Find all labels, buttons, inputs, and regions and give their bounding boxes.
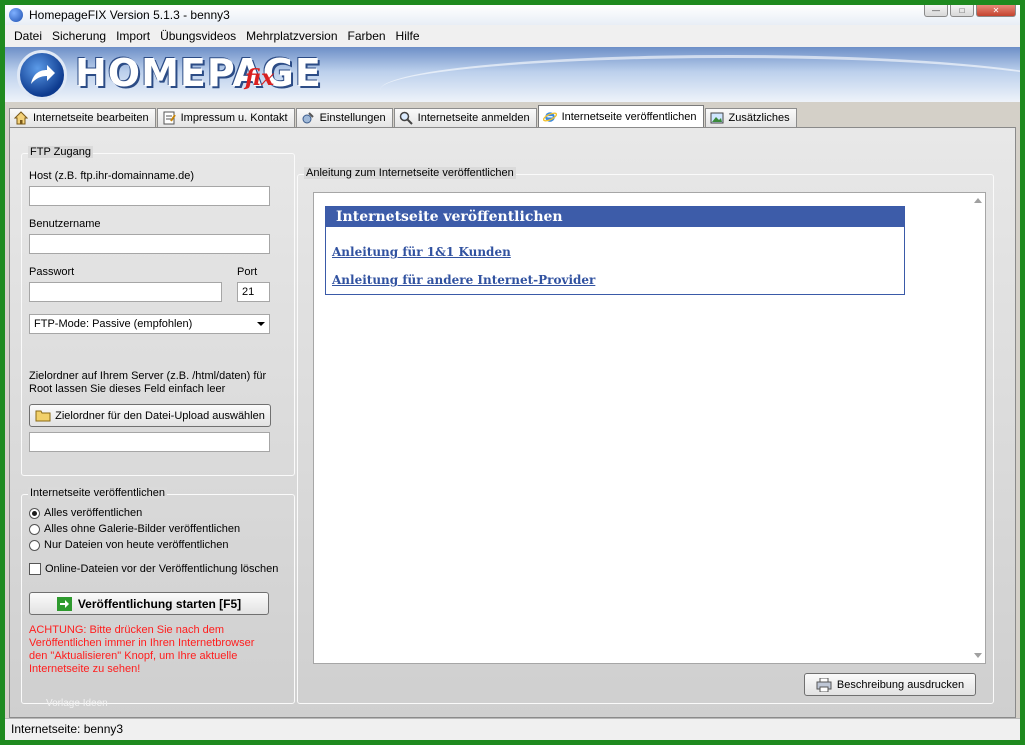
menu-farben[interactable]: Farben bbox=[343, 29, 391, 43]
host-label: Host (z.B. ftp.ihr-domainname.de) bbox=[29, 170, 195, 182]
picture-icon bbox=[710, 111, 724, 125]
host-input[interactable] bbox=[29, 186, 270, 206]
port-input[interactable]: 21 bbox=[237, 282, 270, 302]
status-bar: Internetseite: benny3 bbox=[5, 718, 1020, 740]
checkbox-box bbox=[29, 563, 41, 575]
radio-publish-all[interactable]: Alles veröffentlichen bbox=[29, 507, 142, 519]
print-description-label: Beschreibung ausdrucken bbox=[836, 678, 965, 691]
menu-uebungsvideos[interactable]: Übungsvideos bbox=[155, 29, 241, 43]
delete-online-files-checkbox[interactable]: Online-Dateien vor der Veröffentlichung … bbox=[29, 563, 278, 575]
app-logo-icon bbox=[9, 8, 23, 22]
tab-label: Impressum u. Kontakt bbox=[180, 112, 288, 124]
banner-logo-suffix: fix bbox=[245, 65, 275, 91]
magnifier-icon bbox=[399, 111, 413, 125]
ftp-mode-select[interactable]: FTP-Mode: Passive (empfohlen) bbox=[29, 314, 270, 334]
tab-label: Internetseite veröffentlichen bbox=[561, 110, 697, 123]
settings-icon bbox=[301, 111, 315, 125]
start-publish-button[interactable]: Veröffentlichung starten [F5] bbox=[29, 592, 269, 615]
publish-panel: FTP Zugang Host (z.B. ftp.ihr-domainname… bbox=[9, 127, 1016, 718]
guide-browser-view[interactable]: Internetseite veröffentlichen Anleitung … bbox=[313, 192, 986, 664]
port-label: Port bbox=[237, 266, 258, 278]
radio-label: Alles ohne Galerie-Bilder veröffentliche… bbox=[44, 523, 241, 535]
menu-hilfe[interactable]: Hilfe bbox=[391, 29, 425, 43]
folder-icon bbox=[35, 409, 51, 422]
scroll-up-icon[interactable] bbox=[974, 198, 982, 203]
printer-icon bbox=[816, 677, 832, 692]
choose-folder-button[interactable]: Zielordner für den Datei-Upload auswähle… bbox=[29, 404, 271, 427]
choose-folder-label: Zielordner für den Datei-Upload auswähle… bbox=[55, 409, 265, 422]
tab-internetseite-bearbeiten[interactable]: Internetseite bearbeiten bbox=[9, 108, 156, 127]
window-title: HomepageFIX Version 5.1.3 - benny3 bbox=[29, 8, 230, 22]
password-label: Passwort bbox=[29, 266, 75, 278]
username-label: Benutzername bbox=[29, 218, 101, 230]
menu-mehrplatzversion[interactable]: Mehrplatzversion bbox=[241, 29, 342, 43]
internet-explorer-icon bbox=[542, 110, 557, 124]
maximize-button[interactable]: □ bbox=[950, 5, 974, 17]
banner-wave bbox=[380, 55, 1020, 102]
ftp-group-legend: FTP Zugang bbox=[28, 146, 93, 158]
refresh-warning: ACHTUNG: Bitte drücken Sie nach dem Verö… bbox=[29, 624, 255, 675]
publish-options-group: Internetseite veröffentlichen Alles verö… bbox=[21, 487, 295, 704]
publish-options-legend: Internetseite veröffentlichen bbox=[28, 487, 167, 499]
username-input[interactable] bbox=[29, 234, 270, 254]
folder-hint: Zielordner auf Ihrem Server (z.B. /html/… bbox=[29, 370, 267, 395]
minimize-button[interactable]: — bbox=[924, 5, 948, 17]
menu-sicherung[interactable]: Sicherung bbox=[47, 29, 111, 43]
watermark-text: Vorlage Ideen bbox=[46, 698, 108, 709]
guide-group-legend: Anleitung zum Internetseite veröffentlic… bbox=[304, 167, 516, 179]
banner-logo-text: HOMEPAGE bbox=[75, 51, 322, 95]
tab-internetseite-veroeffentlichen[interactable]: Internetseite veröffentlichen bbox=[537, 105, 704, 127]
tab-label: Internetseite anmelden bbox=[417, 112, 530, 124]
radio-dot bbox=[29, 539, 40, 551]
guide-info-box: Internetseite veröffentlichen Anleitung … bbox=[325, 206, 905, 295]
print-description-button[interactable]: Beschreibung ausdrucken bbox=[804, 673, 976, 696]
tab-impressum-kontakt[interactable]: Impressum u. Kontakt bbox=[156, 108, 295, 127]
menu-bar: Datei Sicherung Import Übungsvideos Mehr… bbox=[5, 25, 1020, 47]
password-input[interactable] bbox=[29, 282, 222, 302]
radio-publish-no-gallery[interactable]: Alles ohne Galerie-Bilder veröffentliche… bbox=[29, 523, 240, 535]
guide-box-title: Internetseite veröffentlichen bbox=[326, 207, 904, 227]
radio-label: Alles veröffentlichen bbox=[44, 507, 143, 519]
close-button[interactable]: ✕ bbox=[976, 5, 1016, 17]
checkbox-label: Online-Dateien vor der Veröffentlichung … bbox=[45, 563, 279, 575]
title-bar: HomepageFIX Version 5.1.3 - benny3 — □ ✕ bbox=[5, 5, 1020, 25]
tab-label: Zusätzliches bbox=[728, 112, 790, 124]
radio-label: Nur Dateien von heute veröffentlichen bbox=[44, 539, 229, 551]
arrow-logo-icon bbox=[17, 50, 67, 100]
ftp-group: FTP Zugang Host (z.B. ftp.ihr-domainname… bbox=[21, 146, 295, 476]
tab-strip: Internetseite bearbeiten Impressum u. Ko… bbox=[9, 105, 798, 127]
green-arrow-icon bbox=[56, 596, 72, 611]
app-window: HomepageFIX Version 5.1.3 - benny3 — □ ✕… bbox=[5, 5, 1020, 740]
guide-link-1und1[interactable]: Anleitung für 1&1 Kunden bbox=[332, 245, 511, 259]
chevron-down-icon bbox=[257, 322, 265, 326]
tab-internetseite-anmelden[interactable]: Internetseite anmelden bbox=[393, 108, 537, 127]
radio-dot bbox=[29, 507, 40, 519]
radio-publish-today[interactable]: Nur Dateien von heute veröffentlichen bbox=[29, 539, 228, 551]
target-folder-input[interactable] bbox=[29, 432, 270, 452]
menu-datei[interactable]: Datei bbox=[9, 29, 47, 43]
radio-dot bbox=[29, 523, 40, 535]
scroll-down-icon[interactable] bbox=[974, 653, 982, 658]
tab-label: Einstellungen bbox=[319, 112, 386, 124]
tab-zusaetzliches[interactable]: Zusätzliches bbox=[704, 108, 797, 127]
tab-einstellungen[interactable]: Einstellungen bbox=[295, 108, 393, 127]
house-icon bbox=[14, 111, 28, 125]
notepad-icon bbox=[162, 111, 176, 125]
guide-link-other-provider[interactable]: Anleitung für andere Internet-Provider bbox=[332, 273, 595, 287]
vertical-scrollbar[interactable] bbox=[971, 193, 985, 663]
ftp-mode-value: FTP-Mode: Passive (empfohlen) bbox=[34, 318, 193, 330]
menu-import[interactable]: Import bbox=[111, 29, 155, 43]
start-publish-label: Veröffentlichung starten [F5] bbox=[77, 596, 242, 611]
header-banner: HOMEPAGE fix bbox=[5, 47, 1020, 102]
tab-label: Internetseite bearbeiten bbox=[33, 112, 149, 124]
